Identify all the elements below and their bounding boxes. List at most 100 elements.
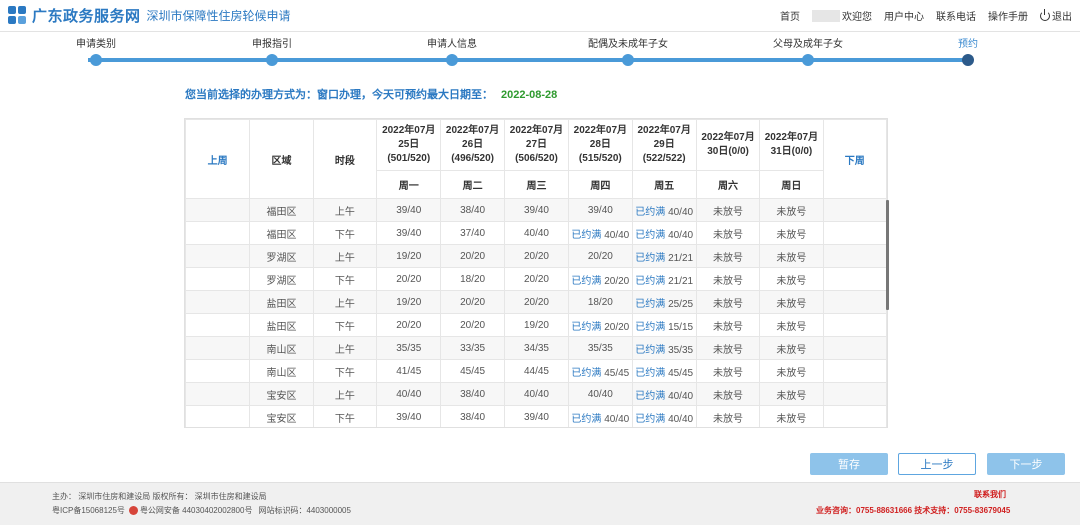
slot-cell: 已约满 21/21	[631, 267, 697, 291]
slot-count: 45/45	[604, 367, 630, 379]
slot-cell[interactable]: 未放号	[695, 198, 761, 222]
slot-count: 20/20	[523, 250, 549, 262]
table-scrollbar[interactable]	[886, 200, 889, 310]
step-5: 父母及成年子女	[748, 38, 868, 66]
slot-cell: 已约满 45/45	[631, 359, 697, 383]
slot-cell[interactable]: 未放号	[759, 359, 824, 383]
slot-cell[interactable]: 未放号	[759, 221, 824, 245]
slot-count: 未放号	[776, 275, 807, 287]
next-step-button[interactable]: 下一步	[987, 453, 1065, 475]
slot-cell[interactable]: 未放号	[759, 382, 824, 406]
slot-cell[interactable]: 20/20	[376, 267, 442, 291]
slot-cell[interactable]: 20/20	[503, 244, 570, 268]
slot-cell[interactable]: 44/45	[503, 359, 570, 383]
slot-cell[interactable]: 未放号	[695, 267, 761, 291]
period-cell: 上午	[312, 244, 378, 268]
slot-count: 45/45	[668, 367, 694, 379]
site-title: 广东政务服务网	[32, 8, 141, 25]
prev-step-button[interactable]: 上一步	[898, 453, 976, 475]
nav-home[interactable]: 首页	[780, 8, 800, 23]
slot-cell[interactable]: 38/40	[440, 405, 505, 427]
slot-cell[interactable]: 20/20	[376, 313, 442, 337]
slot-count: 35/35	[668, 344, 694, 356]
step-dot	[802, 54, 814, 66]
slot-cell[interactable]: 18/20	[568, 290, 633, 314]
max-date: 2022-08-28	[501, 89, 558, 101]
contact-us-link[interactable]: 联系我们	[974, 489, 1006, 500]
district-cell: 宝安区	[249, 405, 314, 427]
slot-cell[interactable]: 35/35	[376, 336, 442, 360]
police-record-link[interactable]: 粤公网安备 44030402002800号	[140, 505, 253, 516]
slot-cell[interactable]: 38/40	[440, 198, 505, 222]
logout-button[interactable]: 退出	[1040, 8, 1072, 23]
slot-cell[interactable]: 未放号	[759, 336, 824, 360]
col-period: 时段	[312, 119, 378, 199]
slot-cell[interactable]: 40/40	[568, 382, 633, 406]
slot-cell[interactable]: 19/20	[503, 313, 570, 337]
blank-cell	[185, 244, 251, 268]
slot-cell[interactable]: 18/20	[440, 267, 505, 291]
slot-cell[interactable]: 未放号	[695, 359, 761, 383]
slot-cell[interactable]: 39/40	[376, 198, 442, 222]
slot-count: 未放号	[776, 206, 807, 218]
slot-cell[interactable]: 未放号	[759, 313, 824, 337]
slot-count: 39/40	[587, 204, 613, 216]
slot-cell[interactable]: 39/40	[503, 198, 570, 222]
slot-cell[interactable]: 未放号	[759, 267, 824, 291]
slot-cell[interactable]: 41/45	[376, 359, 442, 383]
slot-cell[interactable]: 20/20	[568, 244, 633, 268]
nav-manual[interactable]: 操作手册	[988, 8, 1028, 23]
save-draft-button[interactable]: 暂存	[810, 453, 888, 475]
slot-cell[interactable]: 未放号	[759, 405, 824, 427]
nav-contact[interactable]: 联系电话	[936, 8, 976, 23]
slot-cell[interactable]: 20/20	[440, 244, 505, 268]
slot-cell[interactable]: 19/20	[376, 290, 442, 314]
slot-cell[interactable]: 未放号	[695, 336, 761, 360]
blank-cell	[822, 359, 887, 383]
slot-cell[interactable]: 未放号	[695, 405, 761, 427]
slot-cell[interactable]: 20/20	[440, 313, 505, 337]
slot-cell[interactable]: 未放号	[695, 221, 761, 245]
district-cell: 南山区	[249, 359, 314, 383]
slot-count: 40/40	[587, 388, 613, 400]
slot-cell[interactable]: 20/20	[503, 290, 570, 314]
step-label: 配偶及未成年子女	[588, 39, 668, 50]
district-cell: 罗湖区	[249, 244, 314, 268]
slot-cell[interactable]: 37/40	[440, 221, 505, 245]
slot-cell[interactable]: 未放号	[759, 290, 824, 314]
slot-cell[interactable]: 未放号	[759, 198, 824, 222]
slot-cell[interactable]: 19/20	[376, 244, 442, 268]
prev-week-link[interactable]: 上周	[185, 119, 251, 199]
slot-cell[interactable]: 20/20	[440, 290, 505, 314]
slot-cell[interactable]: 40/40	[376, 382, 442, 406]
slot-cell[interactable]: 39/40	[376, 221, 442, 245]
slot-cell[interactable]: 未放号	[695, 244, 761, 268]
slot-cell[interactable]: 40/40	[503, 382, 570, 406]
slot-cell[interactable]: 33/35	[440, 336, 505, 360]
slot-cell[interactable]: 40/40	[503, 221, 570, 245]
slot-count: 未放号	[713, 229, 744, 241]
slot-cell[interactable]: 未放号	[695, 313, 761, 337]
district-cell: 宝安区	[249, 382, 314, 406]
slot-cell[interactable]: 34/35	[503, 336, 570, 360]
slot-count: 20/20	[396, 273, 422, 285]
slot-cell[interactable]: 未放号	[759, 244, 824, 268]
power-icon	[1040, 9, 1050, 21]
slot-cell[interactable]: 45/45	[440, 359, 505, 383]
slot-cell[interactable]: 未放号	[695, 290, 761, 314]
logo[interactable]: 广东政务服务网 深圳市保障性住房轮候申请	[8, 5, 291, 26]
slot-cell[interactable]: 20/20	[503, 267, 570, 291]
slot-cell[interactable]: 39/40	[568, 198, 633, 222]
slot-cell[interactable]: 39/40	[376, 405, 442, 427]
next-week-link[interactable]: 下周	[822, 119, 887, 199]
step-4: 配偶及未成年子女	[568, 38, 688, 66]
slot-cell[interactable]: 38/40	[440, 382, 505, 406]
slot-count: 25/25	[668, 298, 694, 310]
icp-link[interactable]: 粤ICP备15068125号	[52, 505, 125, 516]
top-nav: 首页 欢迎您 用户中心 联系电话 操作手册 退出	[768, 8, 1072, 23]
slot-cell[interactable]: 39/40	[503, 405, 570, 427]
slot-cell[interactable]: 未放号	[695, 382, 761, 406]
nav-user-center[interactable]: 用户中心	[884, 8, 924, 23]
day-header: 2022年07月 26日 (496/520)	[440, 119, 505, 171]
slot-cell[interactable]: 35/35	[568, 336, 633, 360]
